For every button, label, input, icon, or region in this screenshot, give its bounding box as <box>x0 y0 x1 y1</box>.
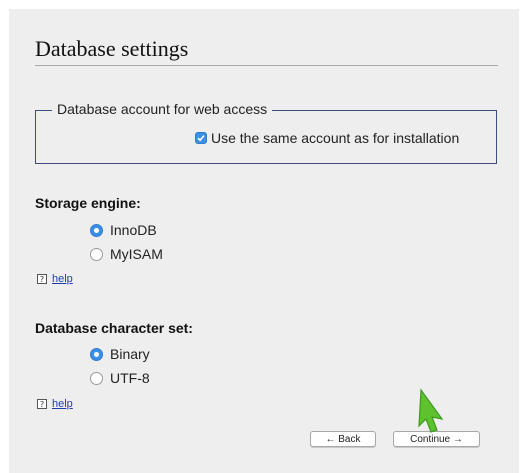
storage-engine-option-myisam[interactable]: MyISAM <box>90 246 163 262</box>
web-access-legend: Database account for web access <box>52 101 273 117</box>
charset-option-binary[interactable]: Binary <box>90 346 150 362</box>
storage-engine-option-innodb[interactable]: InnoDB <box>90 222 157 238</box>
storage-engine-help-link[interactable]: help <box>52 273 73 285</box>
question-icon: ? <box>37 399 47 409</box>
binary-radio[interactable] <box>90 347 103 361</box>
page-title: Database settings <box>35 36 189 61</box>
storage-engine-label: Storage engine: <box>35 195 141 211</box>
back-button[interactable]: ← Back <box>310 431 376 447</box>
innodb-radio[interactable] <box>90 223 103 237</box>
question-icon: ? <box>37 274 47 284</box>
charset-help-link[interactable]: help <box>52 398 73 410</box>
title-divider <box>35 65 498 66</box>
charset-help[interactable]: ? help <box>37 398 73 410</box>
myisam-label: MyISAM <box>110 246 163 262</box>
checkmark-icon <box>197 135 205 142</box>
utf8-label: UTF-8 <box>110 370 150 386</box>
utf8-radio[interactable] <box>90 371 103 385</box>
storage-engine-help[interactable]: ? help <box>37 273 73 285</box>
same-account-option[interactable]: Use the same account as for installation <box>195 130 459 146</box>
charset-option-utf8[interactable]: UTF-8 <box>90 370 150 386</box>
charset-label: Database character set: <box>35 320 193 336</box>
same-account-label: Use the same account as for installation <box>211 130 460 146</box>
myisam-radio[interactable] <box>90 247 103 261</box>
binary-label: Binary <box>110 346 150 362</box>
innodb-label: InnoDB <box>110 222 157 238</box>
same-account-checkbox[interactable] <box>195 132 207 144</box>
arrow-cursor-icon <box>418 388 444 433</box>
